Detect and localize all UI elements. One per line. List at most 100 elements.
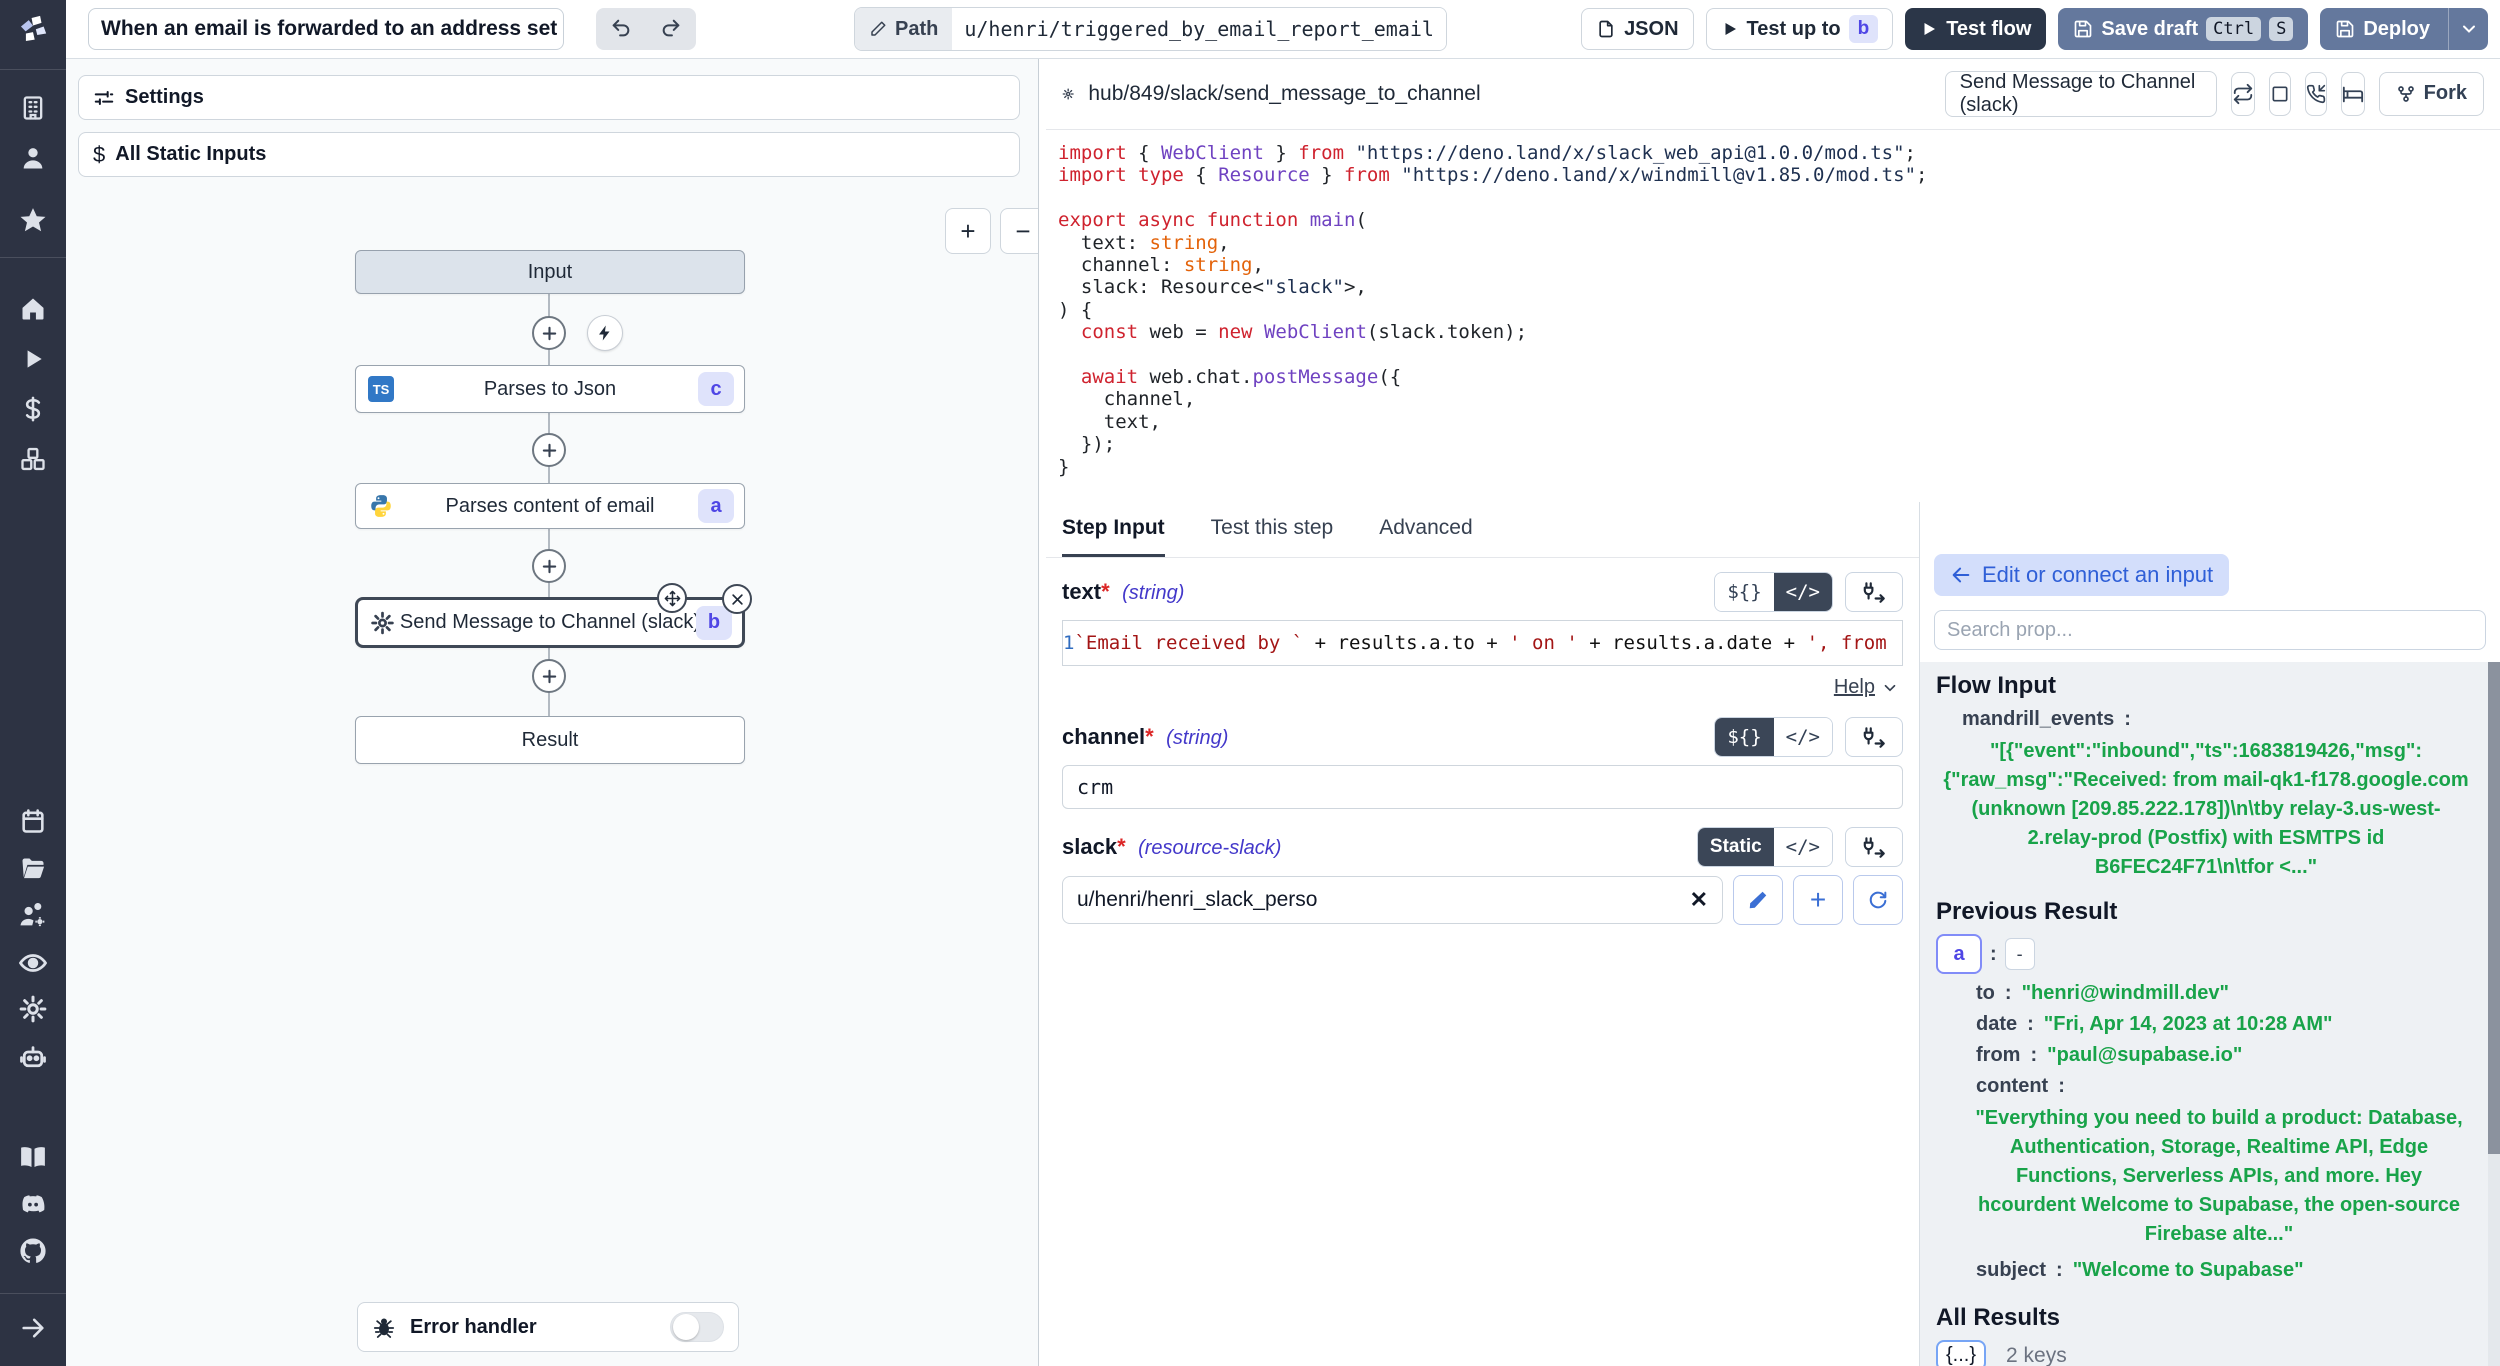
result-a-badge[interactable]: a — [1936, 934, 1982, 974]
result-node[interactable]: Result — [355, 716, 745, 764]
audit-eye-icon[interactable] — [15, 945, 51, 981]
chevron-down-icon[interactable] — [1881, 679, 1899, 697]
step-summary-input[interactable]: Send Message to Channel (slack) — [1945, 71, 2217, 117]
schedules-calendar-icon[interactable] — [15, 803, 51, 839]
result-content-value[interactable]: "Everything you need to build a product:… — [1936, 1104, 2476, 1249]
template-mode-option[interactable]: ${} — [1715, 718, 1773, 756]
resources-boxes-icon[interactable] — [15, 441, 51, 477]
trigger-bolt-button[interactable] — [587, 315, 623, 351]
collapse-rail-arrow-icon[interactable] — [15, 1310, 51, 1346]
connect-input-button[interactable] — [1845, 717, 1903, 757]
connect-input-button[interactable] — [1845, 827, 1903, 867]
add-resource-button[interactable]: + — [1793, 875, 1843, 925]
static-mode-option[interactable]: Static — [1698, 828, 1774, 866]
step-node-b-selected[interactable]: Send Message to Channel (slack) b — [355, 597, 745, 648]
user-icon[interactable] — [15, 140, 51, 176]
error-handler-toggle[interactable] — [670, 1312, 724, 1342]
result-subject-row[interactable]: subject: "Welcome to Supabase" — [1936, 1259, 2476, 1282]
tab-advanced[interactable]: Advanced — [1379, 502, 1472, 557]
favorites-star-icon[interactable] — [15, 202, 51, 238]
collapse-button[interactable]: - — [2005, 938, 2035, 970]
all-static-inputs-button[interactable]: $ All Static Inputs — [78, 132, 1020, 177]
scrollbar-thumb[interactable] — [2488, 662, 2500, 1154]
test-up-to-button[interactable]: Test up to b — [1706, 8, 1894, 50]
tab-test-this-step[interactable]: Test this step — [1211, 502, 1334, 557]
text-expression-editor[interactable]: 1 `Email received by ` + results.a.to + … — [1062, 620, 1903, 666]
code-mode-option[interactable]: </> — [1774, 573, 1832, 611]
scrollbar-track[interactable] — [2488, 662, 2500, 1366]
flow-settings-button[interactable]: Settings — [78, 75, 1020, 120]
delete-step-button[interactable] — [722, 584, 752, 614]
text-mode-toggle: ${} </> — [1714, 572, 1833, 612]
error-handler-node[interactable]: Error handler — [357, 1302, 739, 1352]
workspace-icon[interactable] — [15, 90, 51, 126]
move-step-handle[interactable] — [657, 583, 687, 613]
refresh-resource-button[interactable] — [1853, 875, 1903, 925]
ai-bot-icon[interactable] — [15, 1039, 51, 1075]
zoom-in-button[interactable]: + — [945, 208, 991, 254]
box-button[interactable] — [2269, 72, 2291, 116]
json-button[interactable]: JSON — [1581, 8, 1693, 50]
path-group[interactable]: Path u/henri/triggered_by_email_report_e… — [854, 7, 1447, 51]
groups-users-icon[interactable] — [15, 898, 51, 934]
result-content-row[interactable]: content: — [1936, 1075, 2476, 1098]
result-from-row[interactable]: from: "paul@supabase.io" — [1936, 1044, 2476, 1067]
discord-icon[interactable] — [15, 1186, 51, 1222]
error-handler-label: Error handler — [410, 1316, 537, 1339]
step-node-a[interactable]: Parses content of email a — [355, 483, 745, 529]
channel-input[interactable]: crm — [1062, 765, 1903, 809]
code-mode-option[interactable]: </> — [1774, 828, 1832, 866]
template-mode-option[interactable]: ${} — [1715, 573, 1773, 611]
result-to-row[interactable]: to: "henri@windmill.dev" — [1936, 982, 2476, 1005]
flow-title-input[interactable]: When an email is forwarded to an address… — [88, 8, 564, 50]
save-draft-button[interactable]: Save draft Ctrl S — [2058, 8, 2308, 50]
search-prop-input[interactable] — [1934, 610, 2486, 650]
settings-gear-icon[interactable] — [15, 991, 51, 1027]
slack-resource-input[interactable]: u/henri/henri_slack_perso ✕ — [1062, 876, 1723, 924]
windmill-logo[interactable] — [15, 12, 51, 48]
code-mode-option[interactable]: </> — [1774, 718, 1832, 756]
edit-or-connect-button[interactable]: Edit or connect an input — [1934, 554, 2229, 596]
variables-dollar-icon[interactable] — [15, 391, 51, 427]
clear-resource-button[interactable]: ✕ — [1690, 887, 1708, 913]
add-step-button[interactable] — [532, 659, 566, 693]
redo-button[interactable] — [646, 8, 696, 50]
undo-button[interactable] — [596, 8, 646, 50]
result-date-row[interactable]: date: "Fri, Apr 14, 2023 at 10:28 AM" — [1936, 1013, 2476, 1036]
mandrill-events-row[interactable]: mandrill_events: — [1936, 708, 2476, 731]
edit-resource-button[interactable] — [1733, 875, 1783, 925]
fork-button[interactable]: Fork — [2379, 72, 2484, 116]
field-name: channel — [1062, 724, 1145, 749]
add-step-button[interactable] — [532, 433, 566, 467]
result-node-label: Result — [522, 729, 579, 752]
mandrill-events-value[interactable]: "[{"event":"inbound","ts":1683819426,"ms… — [1936, 737, 2476, 882]
input-node[interactable]: Input — [355, 250, 745, 294]
step-node-c[interactable]: TS Parses to Json c — [355, 365, 745, 413]
home-icon[interactable] — [15, 291, 51, 327]
zoom-out-button[interactable]: − — [1000, 208, 1039, 254]
reload-script-button[interactable] — [2231, 72, 2255, 116]
code-editor[interactable]: import { WebClient } from "https://deno.… — [1046, 130, 2500, 514]
add-step-button[interactable] — [532, 549, 566, 583]
expand-object-button[interactable]: {...} — [1936, 1340, 1986, 1366]
folders-icon[interactable] — [15, 851, 51, 887]
docs-book-icon[interactable] — [15, 1139, 51, 1175]
path-value[interactable]: u/henri/triggered_by_email_report_email — [952, 8, 1446, 50]
chevron-down-icon[interactable] — [2459, 19, 2479, 39]
tab-step-input[interactable]: Step Input — [1062, 502, 1165, 557]
runs-play-icon[interactable] — [15, 341, 51, 377]
diff-bed-button[interactable] — [2341, 72, 2365, 116]
path-edit-button[interactable]: Path — [855, 8, 952, 50]
webhook-phone-button[interactable] — [2305, 72, 2327, 116]
connect-input-button[interactable] — [1845, 572, 1903, 612]
deploy-button[interactable]: Deploy — [2320, 8, 2488, 50]
help-link[interactable]: Help — [1834, 676, 1875, 699]
previous-result-a-row: a : - — [1936, 934, 2476, 974]
add-step-button[interactable] — [532, 316, 566, 350]
step-tabs: Step Input Test this step Advanced — [1046, 502, 1919, 558]
test-flow-button[interactable]: Test flow — [1905, 8, 2046, 50]
hub-script-path[interactable]: hub/849/slack/send_message_to_channel — [1088, 82, 1480, 106]
github-icon[interactable] — [15, 1233, 51, 1269]
step-detail-panel: hub/849/slack/send_message_to_channel Se… — [1046, 58, 2500, 1366]
plus-icon — [541, 442, 558, 459]
